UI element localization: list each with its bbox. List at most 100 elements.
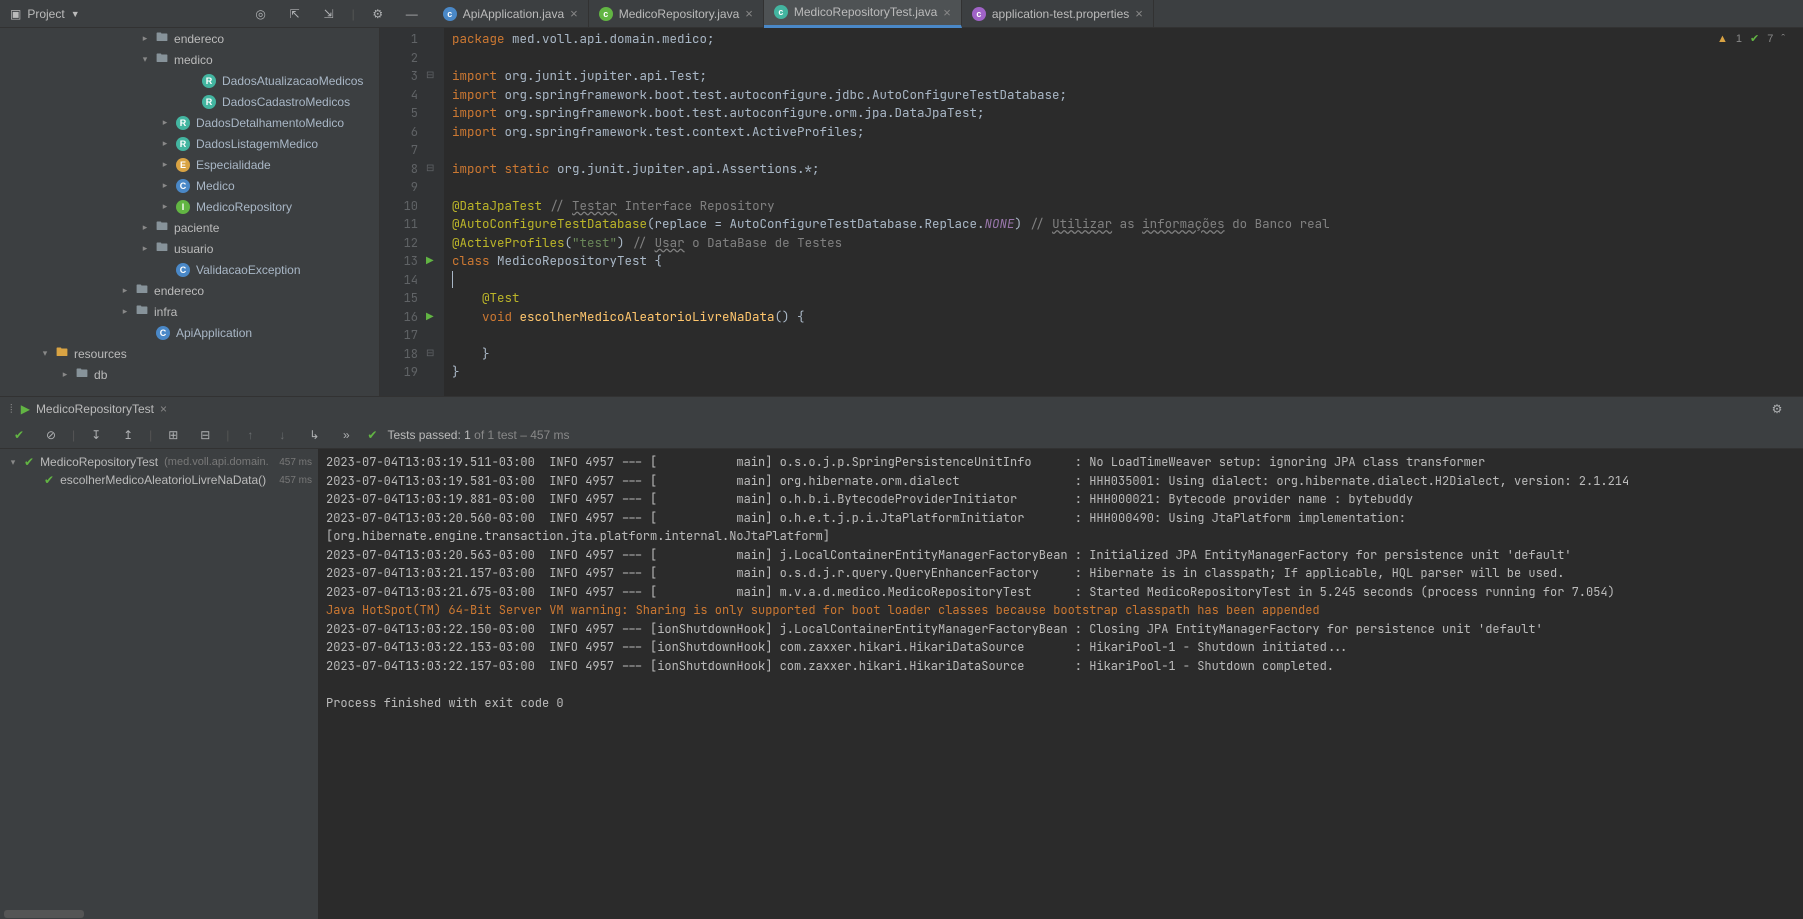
export-icon[interactable]: ↳ — [303, 424, 325, 446]
fold-icon[interactable]: ⊟ — [426, 163, 434, 174]
tree-item[interactable]: ▸RDadosListagemMedico — [0, 133, 379, 154]
chevron-icon[interactable]: ▾ — [40, 348, 50, 359]
enum-icon: E — [176, 158, 190, 172]
code-line — [452, 141, 1803, 160]
tree-item[interactable]: ▸🖿endereco — [0, 28, 379, 49]
run-gutter-icon[interactable]: ▶ — [426, 255, 434, 266]
code-line — [452, 49, 1803, 68]
fold-icon[interactable]: ⊟ — [426, 70, 434, 81]
line-gutter: 12345678910111213141516171819 — [380, 28, 426, 396]
project-tree[interactable]: ▸ 🖿 endereco ▾🖿medicoRDadosAtualizacaoMedic… — [0, 28, 380, 396]
chevron-icon[interactable]: ▸ — [140, 33, 150, 44]
tree-item[interactable]: ▸🖿infra — [0, 301, 379, 322]
project-label-text: Project — [27, 7, 64, 21]
chevron-icon[interactable]: ▸ — [140, 222, 150, 233]
next-icon[interactable]: ↓ — [271, 424, 293, 446]
file-icon: c — [443, 7, 457, 21]
line-number: 4 — [380, 86, 418, 105]
chevron-icon[interactable]: ▸ — [160, 159, 170, 170]
tree-item[interactable]: ▸EEspecialidade — [0, 154, 379, 175]
chevron-icon[interactable]: ▸ — [160, 138, 170, 149]
chevron-icon[interactable]: ▾ — [140, 54, 150, 65]
expand-all-icon[interactable]: ⊞ — [162, 424, 184, 446]
tree-item-label: endereco — [154, 284, 204, 298]
chevron-icon[interactable]: ▸ — [160, 117, 170, 128]
show-ignored-icon[interactable]: ⊘ — [40, 424, 62, 446]
scrollbar-thumb[interactable] — [4, 910, 84, 918]
tree-item[interactable]: CValidacaoException — [0, 259, 379, 280]
test-tree[interactable]: ▾✔MedicoRepositoryTest(med.voll.api.doma… — [0, 449, 318, 919]
tab-label: application-test.properties — [992, 7, 1129, 21]
close-icon[interactable]: × — [570, 6, 578, 21]
chevron-icon[interactable]: ▸ — [60, 369, 70, 380]
collapse-all-icon[interactable]: ⊟ — [194, 424, 216, 446]
check-icon: ✔ — [1750, 32, 1759, 45]
check-icon: ✔ — [367, 428, 377, 442]
tree-item[interactable]: ▾🖿resources — [0, 343, 379, 364]
tree-item-label: ValidacaoException — [196, 263, 301, 277]
expand-icon[interactable]: ⇱ — [284, 3, 306, 25]
tree-item[interactable]: ▸CMedico — [0, 175, 379, 196]
chevron-icon[interactable]: ▾ — [8, 457, 18, 468]
prev-icon[interactable]: ↑ — [239, 424, 261, 446]
tree-item-label: endereco — [174, 32, 224, 46]
tree-item-label: medico — [174, 53, 213, 67]
code-area[interactable]: package med.voll.api.domain.medico; impo… — [444, 28, 1803, 396]
project-tool-label[interactable]: ▣ Project ▼ — [0, 7, 90, 21]
tree-item[interactable]: ▸🖿usuario — [0, 238, 379, 259]
folder-icon: 🖿 — [136, 280, 148, 301]
chevron-icon[interactable]: ▸ — [120, 285, 130, 296]
close-icon[interactable]: × — [745, 6, 753, 21]
editor-tab[interactable]: capplication-test.properties× — [962, 0, 1154, 28]
run-tab-handle[interactable]: ⦙ — [10, 402, 13, 417]
tree-item[interactable]: ▸🖿paciente — [0, 217, 379, 238]
tree-item[interactable]: ▾🖿medico — [0, 49, 379, 70]
close-icon[interactable]: × — [1135, 6, 1143, 21]
chevron-icon[interactable]: ▸ — [120, 306, 130, 317]
tree-item-label: Medico — [196, 179, 235, 193]
sort-icon[interactable]: ↧ — [85, 424, 107, 446]
tree-item[interactable]: ▸ 🖿 endereco — [0, 280, 379, 301]
scrollbar-horizontal[interactable] — [0, 909, 318, 919]
inspection-widget[interactable]: ▲ 1 ✔ 7 ˆ — [1717, 32, 1785, 45]
editor-tab[interactable]: cApiApplication.java× — [433, 0, 589, 28]
chevron-icon[interactable]: ▸ — [160, 180, 170, 191]
show-passed-icon[interactable]: ✔ — [8, 424, 30, 446]
target-icon[interactable]: ◎ — [250, 3, 272, 25]
code-editor[interactable]: 12345678910111213141516171819 ⊟ ⊟ ▶ ▶ ⊟ pack… — [380, 28, 1803, 396]
gear-icon[interactable]: ⚙ — [1771, 398, 1793, 420]
console-line: 2023-07-04T13:03:22.157-03:00 INFO 4957 … — [326, 657, 1795, 676]
close-icon[interactable]: × — [943, 5, 951, 20]
line-number: 3 — [380, 67, 418, 86]
code-line: void escolherMedicoAleatorioLivreNaData(… — [452, 308, 1803, 327]
chevron-icon[interactable]: ▸ — [140, 243, 150, 254]
file-icon: c — [774, 5, 788, 19]
line-number: 11 — [380, 215, 418, 234]
tree-item[interactable]: RDadosAtualizacaoMedicos — [0, 70, 379, 91]
ok-count: 7 — [1767, 33, 1773, 45]
chevron-icon[interactable]: ▸ — [160, 201, 170, 212]
code-line: } — [452, 363, 1803, 382]
tree-item[interactable]: ▸🖿db — [0, 364, 379, 385]
tree-item[interactable]: RDadosCadastroMedicos — [0, 91, 379, 112]
console-output[interactable]: 2023-07-04T13:03:19.511-03:00 INFO 4957 … — [318, 449, 1803, 919]
test-item[interactable]: ✔escolherMedicoAleatorioLivreNaData()457… — [0, 471, 318, 489]
run-gutter-icon[interactable]: ▶ — [426, 311, 434, 322]
tree-item[interactable]: ▸IMedicoRepository — [0, 196, 379, 217]
sort-alpha-icon[interactable]: ↥ — [117, 424, 139, 446]
more-icon[interactable]: » — [335, 424, 357, 446]
tree-item[interactable]: ▸RDadosDetalhamentoMedico — [0, 112, 379, 133]
editor-tab[interactable]: cMedicoRepositoryTest.java× — [764, 0, 962, 28]
tree-item[interactable]: CApiApplication — [0, 322, 379, 343]
editor-tab[interactable]: cMedicoRepository.java× — [589, 0, 764, 28]
collapse-icon[interactable]: ⇲ — [318, 3, 340, 25]
test-item[interactable]: ▾✔MedicoRepositoryTest(med.voll.api.doma… — [0, 453, 318, 471]
fold-icon[interactable]: ⊟ — [426, 348, 434, 359]
gear-icon[interactable]: ⚙ — [367, 3, 389, 25]
class-icon: C — [156, 326, 170, 340]
minimize-icon[interactable]: — — [401, 3, 423, 25]
run-tab[interactable]: ▶ MedicoRepositoryTest × — [21, 402, 167, 416]
console-line: 2023-07-04T13:03:20.563-03:00 INFO 4957 … — [326, 546, 1795, 565]
close-icon[interactable]: × — [160, 402, 167, 416]
code-line: import org.junit.jupiter.api.Test; — [452, 67, 1803, 86]
